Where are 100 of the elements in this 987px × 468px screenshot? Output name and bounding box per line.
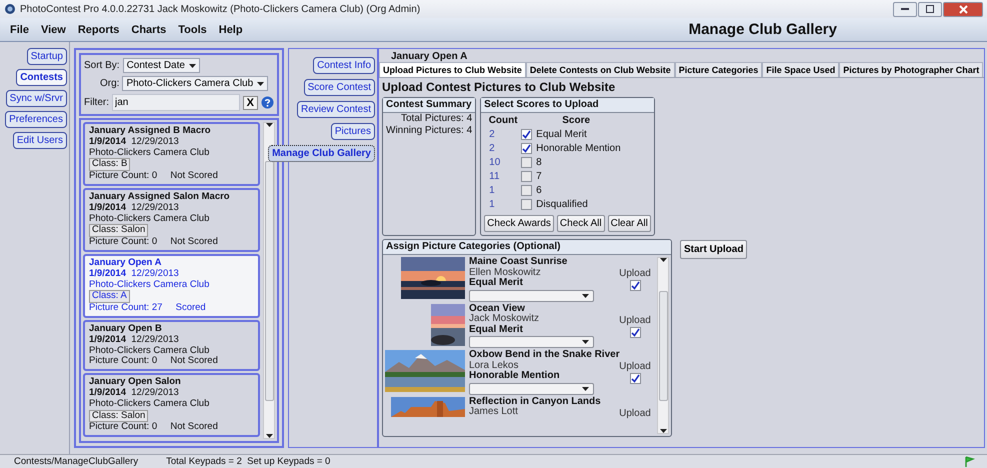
checkbox[interactable] xyxy=(521,143,532,154)
contest-status: Picture Count: 27 Scored xyxy=(89,303,206,314)
maximize-button[interactable] xyxy=(918,2,942,16)
contest-org: Photo-Clickers Camera Club xyxy=(89,280,210,290)
tab[interactable]: Pictures by Photographer Chart xyxy=(839,62,984,77)
upload-checkbox[interactable] xyxy=(630,280,640,291)
org-label: Org: xyxy=(100,78,120,89)
close-button[interactable] xyxy=(943,2,983,16)
tab[interactable]: Picture Categories xyxy=(674,62,762,77)
upload-label: Upload xyxy=(619,314,651,326)
category-dropdown[interactable] xyxy=(469,290,594,302)
nav-button[interactable]: Contests xyxy=(16,69,67,86)
contest-card[interactable]: January Open A 1/9/2014 12/29/2013 Photo-Clickers Camera Club Class: A Picture Count: 27 Scored xyxy=(83,254,260,318)
scroll-down-icon xyxy=(266,434,272,438)
score-checkbox[interactable]: Equal Merit xyxy=(521,129,632,140)
picture-score: Equal Merit xyxy=(469,324,523,335)
clear-button[interactable]: X xyxy=(242,96,258,110)
nav-button[interactable]: Edit Users xyxy=(12,132,67,149)
start-upload-button[interactable]: Start Upload xyxy=(680,240,748,259)
category-dropdown[interactable] xyxy=(469,382,594,394)
help-icon[interactable] xyxy=(261,96,274,109)
category-dropdown[interactable] xyxy=(469,336,594,348)
contest-card[interactable]: January Assigned B Macro 1/9/2014 12/29/2013 Photo-Clickers Camera Club Class: B Picture Count: 0 Not Scored xyxy=(83,122,260,186)
caret-icon xyxy=(188,64,196,68)
org-dropdown[interactable]: Photo-Clickers Camera Club xyxy=(122,76,268,91)
contest-org: Photo-Clickers Camera Club xyxy=(89,398,210,410)
column-header: Score xyxy=(561,115,592,126)
menu-item[interactable]: Tools xyxy=(172,24,213,36)
contest-card[interactable]: January Open Salon 1/9/2014 12/29/2013 Photo-Clickers Camera Club Class: Salon Picture Count: 0 Not Scored xyxy=(83,373,260,438)
contest-status: Picture Count: 0 Not Scored xyxy=(89,237,218,248)
contest-dates: 1/9/2014 12/29/2013 xyxy=(89,268,179,280)
contest-status: Picture Count: 0 Not Scored xyxy=(89,356,218,368)
picture-score: Honorable Mention xyxy=(469,371,560,382)
score-checkbox[interactable]: 7 xyxy=(521,171,632,182)
score-checkbox[interactable]: Disqualified xyxy=(521,199,632,210)
app-icon xyxy=(4,3,16,15)
minimize-button[interactable] xyxy=(893,2,917,16)
checkbox[interactable] xyxy=(521,199,532,210)
score-label: 7 xyxy=(536,171,542,182)
contest-org: Photo-Clickers Camera Club xyxy=(89,214,210,224)
caret-icon xyxy=(582,386,589,390)
contest-dates: 1/9/2014 12/29/2013 xyxy=(89,202,179,214)
menu-item[interactable]: View xyxy=(34,24,72,36)
column-header: Count xyxy=(488,115,519,126)
score-checkbox[interactable]: 6 xyxy=(521,185,632,196)
photographer-name: Lora Lekos xyxy=(469,360,518,370)
upload-label: Upload xyxy=(619,361,651,372)
picture-score: Equal Merit xyxy=(469,278,523,288)
upload-checkbox[interactable] xyxy=(630,373,640,384)
count-cell-text: 11 xyxy=(488,171,501,182)
class-tag: Class: Salon xyxy=(89,410,148,422)
panel-title: Assign Picture Categories (Optional) xyxy=(383,240,671,255)
filter-label: Filter: xyxy=(84,97,109,108)
count-cell-text: 1 xyxy=(488,199,496,210)
score-checkbox[interactable]: 8 xyxy=(521,157,632,168)
section-button[interactable]: Pictures xyxy=(330,123,375,140)
page-title: Manage Club Gallery xyxy=(688,21,837,38)
nav-button[interactable]: Preferences xyxy=(5,111,67,128)
checkbox[interactable] xyxy=(521,129,532,140)
score-label: Equal Merit xyxy=(536,129,587,140)
menu-item[interactable]: Charts xyxy=(125,24,172,36)
sort-dropdown[interactable]: Contest Date xyxy=(122,58,200,73)
contest-card[interactable]: January Assigned Salon Macro 1/9/2014 12/29/2013 Photo-Clickers Camera Club Class: Salon Picture Count: 0 Not Scored xyxy=(83,188,260,252)
tab[interactable]: File Space Used xyxy=(762,62,840,77)
checkbox[interactable] xyxy=(521,185,532,196)
tab[interactable]: Delete Contests on Club Website xyxy=(526,62,675,77)
score-button[interactable]: Clear All xyxy=(608,215,651,232)
panel-title: Select Scores to Upload xyxy=(481,98,654,113)
checkbox[interactable] xyxy=(521,157,532,168)
panel-title: Contest Summary xyxy=(383,98,476,113)
upload-checkbox[interactable] xyxy=(630,326,640,338)
checkbox[interactable] xyxy=(521,171,532,182)
contest-status: Picture Count: 0 Not Scored xyxy=(89,171,218,182)
class-tag: Class: A xyxy=(89,290,130,304)
score-checkbox[interactable]: Honorable Mention xyxy=(521,143,632,154)
contest-title: January Assigned B Macro xyxy=(89,126,211,137)
contest-title: January Open Salon xyxy=(89,377,181,388)
scrollbar[interactable] xyxy=(657,257,669,434)
menu-item[interactable]: Reports xyxy=(72,24,126,36)
class-tag: Class: Salon xyxy=(89,224,148,238)
contest-title: January Open B xyxy=(89,324,162,335)
section-button[interactable]: Contest Info xyxy=(313,57,375,74)
score-button[interactable]: Check Awards xyxy=(484,215,554,232)
summary-text: Total Pictures: 4 xyxy=(400,113,474,125)
contest-status: Picture Count: 0 Not Scored xyxy=(89,422,218,434)
nav-button[interactable]: Startup xyxy=(26,48,67,65)
contest-dates: 1/9/2014 12/29/2013 xyxy=(89,388,179,399)
section-button[interactable]: Score Contest xyxy=(304,79,375,96)
menu-item[interactable]: Help xyxy=(212,24,249,36)
menu-item[interactable]: File xyxy=(4,24,35,36)
section-button[interactable]: Manage Club Gallery xyxy=(268,145,375,162)
section-button[interactable]: Review Contest xyxy=(296,101,375,118)
nav-button[interactable]: Sync w/Srvr xyxy=(6,90,67,107)
photographer-name: Ellen Moskowitz xyxy=(469,268,541,278)
tab[interactable]: Upload Pictures to Club Website xyxy=(379,62,526,77)
contest-card[interactable]: January Open B 1/9/2014 12/29/2013 Photo-Clickers Camera Club Picture Count: 0 Not Scored xyxy=(83,320,260,372)
upload-label: Upload xyxy=(619,268,651,279)
window-title: PhotoContest Pro 4.0.0.22731 Jack Moskowitz (Photo-Clickers Camera Club) (Org Admin) xyxy=(20,4,422,14)
filter-field[interactable]: jan xyxy=(112,94,240,111)
score-button[interactable]: Check All xyxy=(556,215,605,232)
